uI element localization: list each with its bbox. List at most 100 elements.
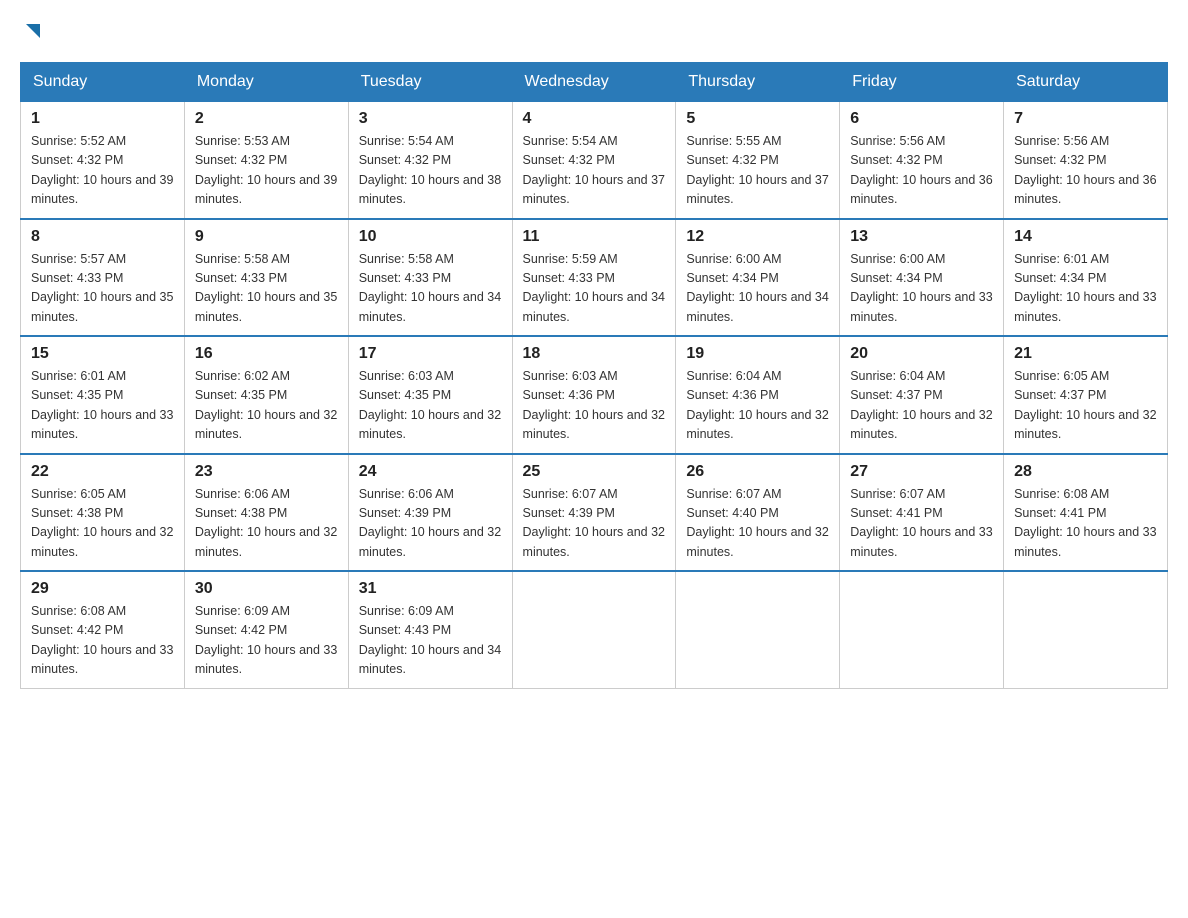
day-number: 30 <box>195 580 338 598</box>
calendar-cell: 7 Sunrise: 5:56 AM Sunset: 4:32 PM Dayli… <box>1004 102 1168 219</box>
day-info: Sunrise: 6:01 AM Sunset: 4:34 PM Dayligh… <box>1014 250 1157 328</box>
day-number: 8 <box>31 228 174 246</box>
calendar-cell: 11 Sunrise: 5:59 AM Sunset: 4:33 PM Dayl… <box>512 219 676 337</box>
calendar-cell: 22 Sunrise: 6:05 AM Sunset: 4:38 PM Dayl… <box>21 454 185 572</box>
calendar-week-row: 22 Sunrise: 6:05 AM Sunset: 4:38 PM Dayl… <box>21 454 1168 572</box>
day-info: Sunrise: 5:59 AM Sunset: 4:33 PM Dayligh… <box>523 250 666 328</box>
calendar-cell: 30 Sunrise: 6:09 AM Sunset: 4:42 PM Dayl… <box>184 571 348 688</box>
column-header-thursday: Thursday <box>676 63 840 102</box>
calendar-cell: 4 Sunrise: 5:54 AM Sunset: 4:32 PM Dayli… <box>512 102 676 219</box>
day-info: Sunrise: 5:58 AM Sunset: 4:33 PM Dayligh… <box>359 250 502 328</box>
day-number: 18 <box>523 345 666 363</box>
day-info: Sunrise: 6:04 AM Sunset: 4:36 PM Dayligh… <box>686 367 829 445</box>
logo <box>20 20 44 42</box>
calendar-cell: 21 Sunrise: 6:05 AM Sunset: 4:37 PM Dayl… <box>1004 336 1168 454</box>
calendar-week-row: 15 Sunrise: 6:01 AM Sunset: 4:35 PM Dayl… <box>21 336 1168 454</box>
calendar-cell: 24 Sunrise: 6:06 AM Sunset: 4:39 PM Dayl… <box>348 454 512 572</box>
day-info: Sunrise: 5:54 AM Sunset: 4:32 PM Dayligh… <box>523 132 666 210</box>
day-info: Sunrise: 5:53 AM Sunset: 4:32 PM Dayligh… <box>195 132 338 210</box>
calendar-cell: 2 Sunrise: 5:53 AM Sunset: 4:32 PM Dayli… <box>184 102 348 219</box>
day-info: Sunrise: 6:09 AM Sunset: 4:43 PM Dayligh… <box>359 602 502 680</box>
day-info: Sunrise: 6:03 AM Sunset: 4:36 PM Dayligh… <box>523 367 666 445</box>
calendar-cell: 8 Sunrise: 5:57 AM Sunset: 4:33 PM Dayli… <box>21 219 185 337</box>
calendar-cell: 18 Sunrise: 6:03 AM Sunset: 4:36 PM Dayl… <box>512 336 676 454</box>
day-info: Sunrise: 5:56 AM Sunset: 4:32 PM Dayligh… <box>850 132 993 210</box>
day-number: 5 <box>686 110 829 128</box>
day-number: 28 <box>1014 463 1157 481</box>
day-number: 14 <box>1014 228 1157 246</box>
calendar-cell: 25 Sunrise: 6:07 AM Sunset: 4:39 PM Dayl… <box>512 454 676 572</box>
calendar-cell: 29 Sunrise: 6:08 AM Sunset: 4:42 PM Dayl… <box>21 571 185 688</box>
column-header-monday: Monday <box>184 63 348 102</box>
day-info: Sunrise: 6:03 AM Sunset: 4:35 PM Dayligh… <box>359 367 502 445</box>
calendar-cell: 15 Sunrise: 6:01 AM Sunset: 4:35 PM Dayl… <box>21 336 185 454</box>
calendar-cell <box>1004 571 1168 688</box>
day-info: Sunrise: 6:00 AM Sunset: 4:34 PM Dayligh… <box>686 250 829 328</box>
day-number: 9 <box>195 228 338 246</box>
day-number: 1 <box>31 110 174 128</box>
day-number: 7 <box>1014 110 1157 128</box>
calendar-cell: 12 Sunrise: 6:00 AM Sunset: 4:34 PM Dayl… <box>676 219 840 337</box>
calendar-header-row: SundayMondayTuesdayWednesdayThursdayFrid… <box>21 63 1168 102</box>
day-info: Sunrise: 6:05 AM Sunset: 4:37 PM Dayligh… <box>1014 367 1157 445</box>
calendar-cell: 3 Sunrise: 5:54 AM Sunset: 4:32 PM Dayli… <box>348 102 512 219</box>
calendar-cell: 19 Sunrise: 6:04 AM Sunset: 4:36 PM Dayl… <box>676 336 840 454</box>
day-info: Sunrise: 6:02 AM Sunset: 4:35 PM Dayligh… <box>195 367 338 445</box>
day-info: Sunrise: 6:08 AM Sunset: 4:41 PM Dayligh… <box>1014 485 1157 563</box>
column-header-wednesday: Wednesday <box>512 63 676 102</box>
day-number: 12 <box>686 228 829 246</box>
day-number: 31 <box>359 580 502 598</box>
calendar-cell: 20 Sunrise: 6:04 AM Sunset: 4:37 PM Dayl… <box>840 336 1004 454</box>
day-info: Sunrise: 5:58 AM Sunset: 4:33 PM Dayligh… <box>195 250 338 328</box>
day-number: 20 <box>850 345 993 363</box>
day-info: Sunrise: 6:07 AM Sunset: 4:41 PM Dayligh… <box>850 485 993 563</box>
day-number: 2 <box>195 110 338 128</box>
day-info: Sunrise: 6:06 AM Sunset: 4:38 PM Dayligh… <box>195 485 338 563</box>
day-number: 19 <box>686 345 829 363</box>
calendar-cell: 10 Sunrise: 5:58 AM Sunset: 4:33 PM Dayl… <box>348 219 512 337</box>
day-info: Sunrise: 6:07 AM Sunset: 4:39 PM Dayligh… <box>523 485 666 563</box>
calendar-cell <box>676 571 840 688</box>
day-info: Sunrise: 6:06 AM Sunset: 4:39 PM Dayligh… <box>359 485 502 563</box>
day-info: Sunrise: 6:08 AM Sunset: 4:42 PM Dayligh… <box>31 602 174 680</box>
day-number: 3 <box>359 110 502 128</box>
day-info: Sunrise: 5:55 AM Sunset: 4:32 PM Dayligh… <box>686 132 829 210</box>
day-number: 25 <box>523 463 666 481</box>
day-info: Sunrise: 6:01 AM Sunset: 4:35 PM Dayligh… <box>31 367 174 445</box>
calendar-cell: 31 Sunrise: 6:09 AM Sunset: 4:43 PM Dayl… <box>348 571 512 688</box>
day-info: Sunrise: 6:05 AM Sunset: 4:38 PM Dayligh… <box>31 485 174 563</box>
calendar-cell: 9 Sunrise: 5:58 AM Sunset: 4:33 PM Dayli… <box>184 219 348 337</box>
calendar-cell: 6 Sunrise: 5:56 AM Sunset: 4:32 PM Dayli… <box>840 102 1004 219</box>
calendar-cell: 17 Sunrise: 6:03 AM Sunset: 4:35 PM Dayl… <box>348 336 512 454</box>
calendar-week-row: 29 Sunrise: 6:08 AM Sunset: 4:42 PM Dayl… <box>21 571 1168 688</box>
day-info: Sunrise: 6:04 AM Sunset: 4:37 PM Dayligh… <box>850 367 993 445</box>
day-number: 15 <box>31 345 174 363</box>
day-number: 26 <box>686 463 829 481</box>
day-info: Sunrise: 5:52 AM Sunset: 4:32 PM Dayligh… <box>31 132 174 210</box>
day-number: 16 <box>195 345 338 363</box>
day-number: 27 <box>850 463 993 481</box>
calendar-cell: 5 Sunrise: 5:55 AM Sunset: 4:32 PM Dayli… <box>676 102 840 219</box>
calendar-cell: 27 Sunrise: 6:07 AM Sunset: 4:41 PM Dayl… <box>840 454 1004 572</box>
day-number: 13 <box>850 228 993 246</box>
day-info: Sunrise: 6:07 AM Sunset: 4:40 PM Dayligh… <box>686 485 829 563</box>
day-info: Sunrise: 5:54 AM Sunset: 4:32 PM Dayligh… <box>359 132 502 210</box>
calendar-cell: 26 Sunrise: 6:07 AM Sunset: 4:40 PM Dayl… <box>676 454 840 572</box>
day-number: 10 <box>359 228 502 246</box>
day-number: 4 <box>523 110 666 128</box>
calendar-cell <box>840 571 1004 688</box>
logo-triangle-icon <box>22 20 44 42</box>
page-header <box>20 20 1168 42</box>
column-header-saturday: Saturday <box>1004 63 1168 102</box>
day-number: 6 <box>850 110 993 128</box>
column-header-friday: Friday <box>840 63 1004 102</box>
calendar-week-row: 8 Sunrise: 5:57 AM Sunset: 4:33 PM Dayli… <box>21 219 1168 337</box>
calendar-cell: 16 Sunrise: 6:02 AM Sunset: 4:35 PM Dayl… <box>184 336 348 454</box>
calendar-cell: 1 Sunrise: 5:52 AM Sunset: 4:32 PM Dayli… <box>21 102 185 219</box>
day-info: Sunrise: 6:00 AM Sunset: 4:34 PM Dayligh… <box>850 250 993 328</box>
column-header-tuesday: Tuesday <box>348 63 512 102</box>
day-info: Sunrise: 5:56 AM Sunset: 4:32 PM Dayligh… <box>1014 132 1157 210</box>
calendar-week-row: 1 Sunrise: 5:52 AM Sunset: 4:32 PM Dayli… <box>21 102 1168 219</box>
day-number: 21 <box>1014 345 1157 363</box>
calendar-table: SundayMondayTuesdayWednesdayThursdayFrid… <box>20 62 1168 689</box>
